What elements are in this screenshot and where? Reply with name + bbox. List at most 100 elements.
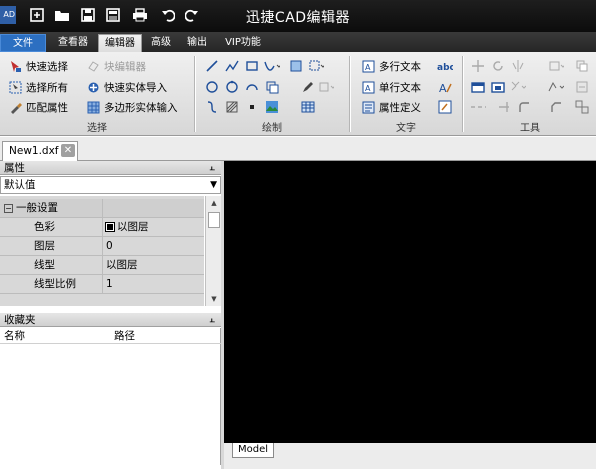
layer-icon[interactable] [548,58,564,74]
properties-combo[interactable]: 默认值 ▼ [0,176,221,194]
copy-tool-icon[interactable] [574,58,590,74]
properties-icon[interactable] [574,79,590,95]
ribbon: 快速选择 选择所有 匹配属性 块编辑器 快速实体导入 多边形实体输入 选择 绘制… [0,52,596,136]
property-row[interactable]: 线型比例 1 [0,275,204,294]
quick-entity-import-label: 快速实体导入 [104,81,167,94]
select-all-button[interactable]: 选择所有 [8,78,68,96]
circle-3p-icon[interactable] [224,79,240,95]
title-bar: AD 迅捷CAD编辑器 [0,0,596,32]
match-properties-button[interactable]: 匹配属性 [8,98,68,116]
property-value[interactable]: 0 [102,237,204,255]
select-all-icon [8,80,22,94]
ribbon-tab-row: 文件 查看器 编辑器 高级 输出 VIP功能 [0,32,596,53]
polygon-entity-input-button[interactable]: 多边形实体输入 [86,98,178,116]
drawing-canvas[interactable] [224,161,596,443]
property-key: 线型 [34,259,55,271]
property-row[interactable]: 图层 0 [0,237,204,256]
scroll-down-icon[interactable]: ▼ [206,292,222,306]
pin-icon[interactable]: ⫠ [209,161,215,175]
tab-viewer[interactable]: 查看器 [52,34,94,52]
ribbon-separator [462,56,463,132]
spline-icon[interactable] [264,58,280,74]
block-editor-icon [86,59,100,73]
circle-icon[interactable] [204,79,220,95]
attdef-button[interactable]: 属性定义 [361,98,421,116]
document-tab[interactable]: New1.dxf ✕ [2,141,78,161]
arc-icon[interactable] [244,79,260,95]
property-value[interactable]: 以图层 [102,218,204,236]
text-style-icon[interactable]: abc [437,58,453,74]
tab-vip[interactable]: VIP功能 [218,34,268,52]
properties-title: 属性 [4,162,25,174]
chamfer-icon[interactable] [548,99,564,115]
rectangle-icon[interactable] [244,58,260,74]
explode-icon[interactable] [510,79,526,95]
region-icon[interactable] [308,58,324,74]
text-group-label: 文字 [396,123,416,134]
polygon-grid-icon [86,100,100,114]
layout-tab-strip: Model [224,443,596,469]
ribbon-separator [194,56,195,132]
quick-select-icon [8,59,22,73]
favorites-title: 收藏夹 [4,314,36,326]
text-group: A 多行文本 A 单行文本 属性定义 abc A 文字 [351,52,461,136]
column-path[interactable]: 路径 [114,328,135,344]
property-value[interactable]: 1 [102,275,204,293]
stext-label: 单行文本 [379,81,421,94]
close-icon[interactable]: ✕ [61,144,75,157]
tab-file[interactable]: 文件 [0,34,46,52]
move-icon[interactable] [470,58,486,74]
trim-icon[interactable] [496,99,512,115]
fillet-icon[interactable] [516,99,532,115]
property-category-row[interactable]: − 一般设置 [0,199,204,218]
text-edit-icon[interactable]: A [437,79,453,95]
block-insert-icon[interactable] [470,79,486,95]
window-title: 迅捷CAD编辑器 [245,10,351,26]
quick-entity-import-button[interactable]: 快速实体导入 [86,78,167,96]
curve-icon[interactable] [204,99,220,115]
polyline-icon[interactable] [224,58,240,74]
tab-editor[interactable]: 编辑器 [98,34,142,53]
favorites-panel-header: 收藏夹 ⫠ [0,313,221,327]
mtext-button[interactable]: A 多行文本 [361,57,421,75]
column-name[interactable]: 名称 [4,328,25,344]
text-format-icon[interactable] [437,99,453,115]
stext-button[interactable]: A 单行文本 [361,78,421,96]
align-icon[interactable] [548,79,564,95]
gradient-icon[interactable] [224,99,240,115]
property-row[interactable]: 色彩 以图层 [0,218,204,237]
rotate-icon[interactable] [490,58,506,74]
scroll-up-icon[interactable]: ▲ [206,196,222,210]
tab-output[interactable]: 输出 [182,34,212,52]
property-key: 图层 [34,240,55,252]
distance-icon[interactable] [470,99,486,115]
group-icon[interactable] [574,99,590,115]
line-icon[interactable] [204,58,220,74]
model-tab[interactable]: Model [232,443,274,458]
document-tab-label: New1.dxf [9,145,59,157]
pen-icon[interactable] [300,79,316,95]
properties-combo-value: 默认值 [4,179,36,191]
quick-select-button[interactable]: 快速选择 [8,57,68,75]
category-value [102,199,204,217]
hatch-icon[interactable] [288,58,304,74]
mirror-icon[interactable] [510,58,526,74]
tab-advanced[interactable]: 高级 [146,34,176,52]
polygon-entity-input-label: 多边形实体输入 [104,101,178,114]
mtext-label: 多行文本 [379,60,421,73]
block-create-icon[interactable] [490,79,506,95]
block-editor-button[interactable]: 块编辑器 [86,57,146,75]
copy-icon[interactable] [264,79,280,95]
point-style-icon[interactable] [318,79,334,95]
property-value[interactable]: 以图层 [102,256,204,274]
table-icon[interactable] [300,99,316,115]
svg-text:A: A [365,63,371,72]
point-icon[interactable] [244,99,260,115]
pin-icon[interactable]: ⫠ [209,313,215,327]
favorites-column-header: 名称 路径 [0,328,221,344]
property-scrollbar[interactable]: ▲ ▼ [205,196,221,306]
property-row[interactable]: 线型 以图层 [0,256,204,275]
image-icon[interactable] [264,99,280,115]
collapse-icon[interactable]: − [4,203,13,213]
scroll-thumb[interactable] [208,212,220,228]
